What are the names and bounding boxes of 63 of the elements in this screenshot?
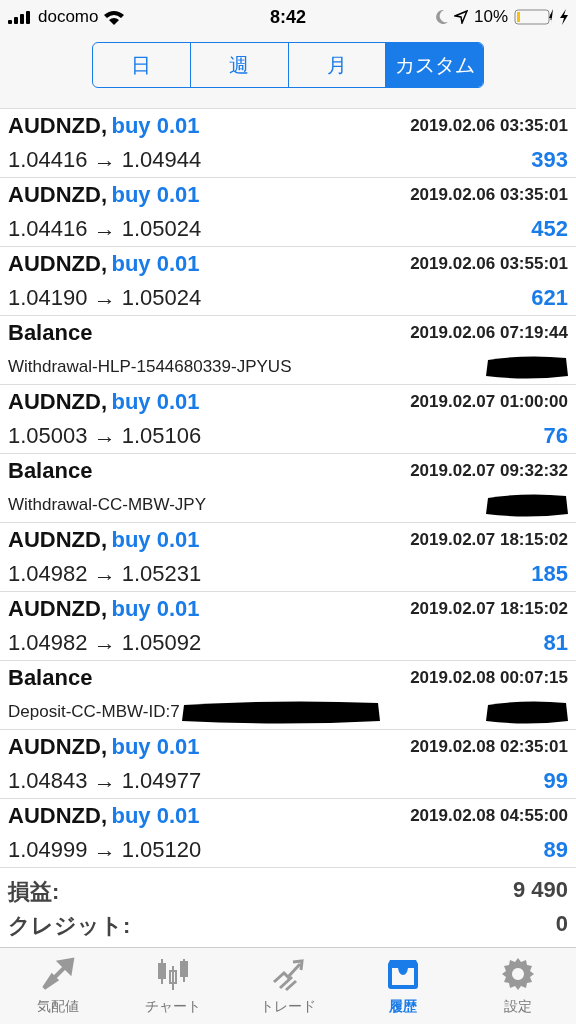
tab-bar-item[interactable]: トレード bbox=[230, 948, 346, 1024]
period-tab[interactable]: カスタム bbox=[385, 43, 483, 87]
trade-title: AUDNZD, buy 0.01 bbox=[8, 596, 201, 622]
summary-label: クレジット: bbox=[8, 912, 131, 940]
balance-comment: Withdrawal-HLP-1544680339-JPYUS bbox=[8, 357, 292, 377]
trade-title: AUDNZD, buy 0.01 bbox=[8, 803, 201, 829]
summary-value: 0 bbox=[555, 911, 568, 938]
status-time: 8:42 bbox=[270, 6, 306, 28]
period-tab[interactable]: 日 bbox=[93, 43, 190, 87]
trade-profit: 185 bbox=[531, 561, 568, 587]
trade-title: AUDNZD, buy 0.01 bbox=[8, 527, 201, 553]
price-range: 1.04190 → 1.05024 bbox=[8, 285, 203, 311]
balance-comment: Withdrawal-CC-MBW-JPY bbox=[8, 495, 207, 515]
price-range: 1.04982 → 1.05092 bbox=[8, 630, 203, 656]
trend-arrow-icon bbox=[270, 956, 306, 992]
trade-profit: 89 bbox=[543, 837, 568, 863]
balance-title: Balance bbox=[8, 320, 94, 346]
moon-icon bbox=[435, 10, 448, 24]
trade-time: 2019.02.07 01:00:00 bbox=[410, 392, 568, 412]
trade-profit: 99 bbox=[543, 768, 568, 794]
trade-title: AUDNZD, buy 0.01 bbox=[8, 113, 201, 139]
signal-icon bbox=[8, 10, 32, 24]
balance-title: Balance bbox=[8, 458, 94, 484]
trade-time: 2019.02.06 03:55:01 bbox=[410, 254, 568, 274]
summary-label: 損益: bbox=[8, 878, 60, 906]
price-range: 1.04843 → 1.04977 bbox=[8, 768, 203, 794]
tab-bar-item[interactable]: 気配値 bbox=[0, 948, 116, 1024]
trade-time: 2019.02.06 03:35:01 bbox=[410, 116, 568, 136]
price-range: 1.04999 → 1.05120 bbox=[8, 837, 203, 863]
summary-value: 9 490 bbox=[512, 877, 568, 904]
charging-bolt-icon bbox=[560, 9, 568, 25]
price-range: 1.04982 → 1.05231 bbox=[8, 561, 203, 587]
trade-title: AUDNZD, buy 0.01 bbox=[8, 182, 201, 208]
trade-time: 2019.02.06 03:35:01 bbox=[410, 185, 568, 205]
trade-profit: 452 bbox=[531, 216, 568, 242]
tab-bar-item[interactable]: 設定 bbox=[460, 948, 576, 1024]
trade-title: AUDNZD, buy 0.01 bbox=[8, 251, 201, 277]
period-tab[interactable]: 週 bbox=[189, 43, 288, 87]
balance-time: 2019.02.07 09:32:32 bbox=[410, 461, 568, 481]
tab-bar-item[interactable]: チャート bbox=[115, 948, 231, 1024]
balance-comment: Deposit-CC-MBW-ID:7 bbox=[8, 702, 180, 722]
trade-profit: 393 bbox=[531, 147, 568, 173]
trade-title: AUDNZD, buy 0.01 bbox=[8, 389, 201, 415]
trade-time: 2019.02.07 18:15:02 bbox=[410, 599, 568, 619]
balance-time: 2019.02.08 00:07:15 bbox=[410, 668, 568, 688]
tab-bar-item[interactable]: 履歴 bbox=[345, 948, 461, 1024]
trade-profit: 81 bbox=[543, 630, 568, 656]
price-range: 1.04416 → 1.05024 bbox=[8, 216, 203, 242]
price-range: 1.05003 → 1.05106 bbox=[8, 423, 203, 449]
wifi-icon bbox=[104, 9, 125, 25]
battery-icon bbox=[514, 9, 554, 25]
trade-title: AUDNZD, buy 0.01 bbox=[8, 734, 201, 760]
trade-time: 2019.02.08 04:55:00 bbox=[410, 806, 568, 826]
trade-profit: 76 bbox=[543, 423, 568, 449]
trade-time: 2019.02.08 02:35:01 bbox=[410, 737, 568, 757]
trade-profit: 621 bbox=[531, 285, 568, 311]
price-range: 1.04416 → 1.04944 bbox=[8, 147, 203, 173]
balance-title: Balance bbox=[8, 665, 94, 691]
battery-percent: 10% bbox=[473, 7, 508, 27]
carrier-name: docomo bbox=[38, 7, 99, 27]
balance-time: 2019.02.06 07:19:44 bbox=[410, 323, 568, 343]
trade-time: 2019.02.07 18:15:02 bbox=[410, 530, 568, 550]
location-arrow-icon bbox=[453, 10, 468, 24]
